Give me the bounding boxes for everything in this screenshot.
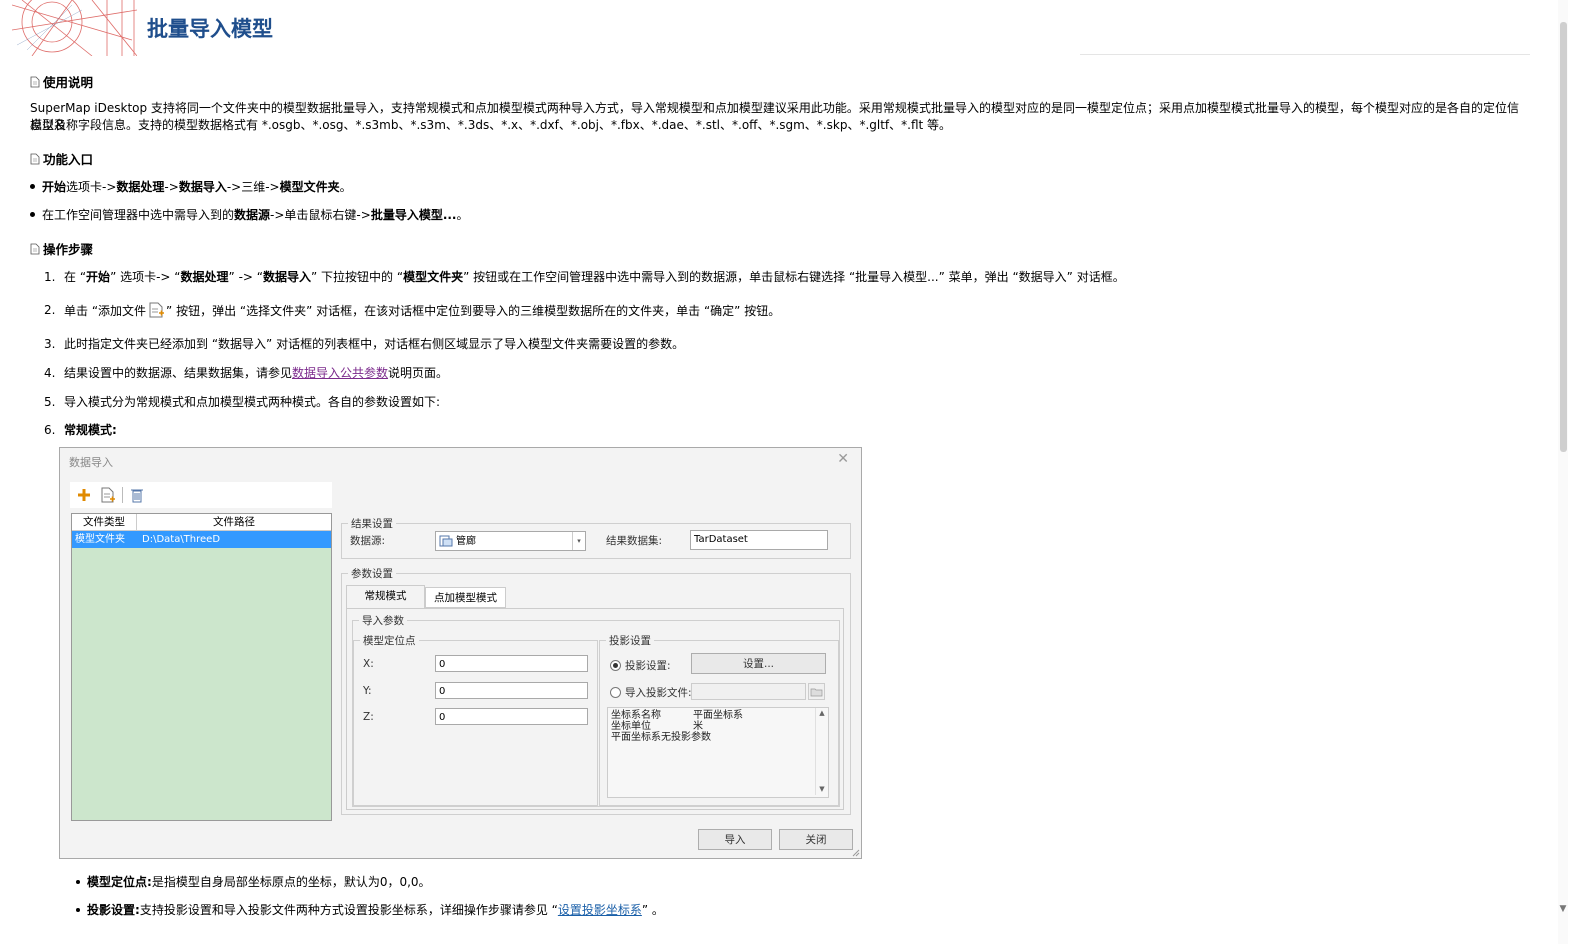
projection-settings-radio[interactable] [610,660,621,671]
datasource-select[interactable]: 管廊 ▾ [435,531,586,551]
z-input[interactable]: 0 [435,708,588,725]
add-file-icon [149,302,165,318]
note-anchor-point: 模型定位点: 是指模型自身局部坐标原点的坐标，默认为0，0,0。 [76,873,431,890]
anchor-legend: 模型定位点 [360,633,419,648]
tab-point-model-mode[interactable]: 点加模型模式 [425,587,506,608]
steps-heading-text: 操作步骤 [43,242,94,257]
x-label: X: [363,658,374,670]
result-settings-legend: 结果设置 [348,516,396,531]
data-import-dialog: 数据导入 ✕ 文件类型 文件路径 模型文件夹 D:\Data\ThreeD 结果… [59,447,862,859]
dialog-title: 数据导入 [69,456,113,469]
coord-name-value: 平面坐标系 [693,710,743,721]
tab-normal-mode[interactable]: 常规模式 [346,585,425,609]
datasource-label: 数据源: [350,535,386,547]
folder-icon[interactable] [808,683,825,700]
coord-unit-key: 坐标单位 [611,721,651,732]
column-header-path: 文件路径 [213,516,255,528]
common-params-link[interactable]: 数据导入公共参数 [292,364,388,381]
document-icon [30,76,40,87]
resize-grip-icon[interactable] [852,849,860,857]
cell-type: 模型文件夹 [75,534,125,545]
header-divider [1080,54,1530,55]
dialog-toolbar [70,482,332,508]
projection-settings-button[interactable]: 设置... [691,653,826,674]
step-6: 6. 常规模式: [44,422,117,438]
coord-unit-value: 米 [693,721,703,732]
z-label: Z: [363,711,374,723]
close-icon[interactable]: ✕ [837,451,849,467]
usage-heading-text: 使用说明 [43,75,94,90]
dataset-input[interactable]: TarDataset [690,530,828,550]
add-file-icon[interactable] [98,485,118,505]
coordinate-info-box: 坐标系名称 平面坐标系 坐标单位 米 平面坐标系无投影参数 ▲ ▼ [607,707,829,798]
projection-settings-label: 投影设置: [625,660,671,672]
step-5: 5. 导入模式分为常规模式和点加模型模式两种模式。各自的参数设置如下: [44,394,441,410]
close-button[interactable]: 关闭 [779,829,853,850]
step-4: 4. 结果设置中的数据源、结果数据集，请参见 数据导入公共参数 说明页面。 [44,364,449,381]
step-3: 3. 此时指定文件夹已经添加到 “数据导入” 对话框的列表框中，对话框右侧区域显… [44,336,685,352]
table-row[interactable]: 模型文件夹 D:\Data\ThreeD [72,531,331,548]
step-1: 1. 在 “开始” 选项卡-> “数据处理” -> “数据导入” 下拉按钮中的 … [44,269,1125,285]
usage-heading: 使用说明 [30,72,93,91]
page-header: 批量导入模型 [0,0,1540,56]
logo-icon [12,0,137,56]
entry-bullet-2: 在工作空间管理器中选中需导入到的 数据源 ->单击鼠标右键-> 批量导入模型...。 [30,206,469,223]
file-list[interactable]: 文件类型 文件路径 模型文件夹 D:\Data\ThreeD [71,513,332,821]
coord-proj-info: 平面坐标系无投影参数 [611,732,711,743]
usage-paragraph-2: 模型名称字段信息。支持的模型数据格式有 *.osgb、*.osg、*.s3mb、… [30,118,952,132]
scroll-down-arrow-icon[interactable]: ▼ [1558,904,1568,918]
steps-heading: 操作步骤 [30,239,93,258]
entry-heading: 功能入口 [30,149,93,168]
coord-name-key: 坐标系名称 [611,710,661,721]
scroll-down-icon[interactable]: ▼ [816,784,828,795]
file-list-header: 文件类型 文件路径 [72,514,331,531]
import-projection-file-label: 导入投影文件: [625,687,692,699]
datasource-icon [439,535,453,547]
import-button[interactable]: 导入 [698,829,772,850]
column-header-type: 文件类型 [72,514,137,530]
y-label: Y: [363,685,372,697]
scrollbar-thumb[interactable] [1560,22,1567,452]
chevron-down-icon[interactable]: ▾ [572,532,585,550]
note-projection: 投影设置: 支持投影设置和导入投影文件两种方式设置投影坐标系，详细操作步骤请参见… [76,901,664,918]
entry-heading-text: 功能入口 [43,152,94,167]
cell-path: D:\Data\ThreeD [142,534,221,545]
scroll-up-icon[interactable]: ▲ [816,708,828,719]
page-title: 批量导入模型 [147,17,273,41]
x-input[interactable]: 0 [435,655,588,672]
set-projection-link[interactable]: 设置投影坐标系 [558,901,642,918]
document-icon [30,243,40,254]
info-scrollbar[interactable]: ▲ ▼ [815,708,828,795]
document-icon [30,153,40,164]
plus-icon[interactable] [74,485,94,505]
dataset-label: 结果数据集: [606,535,663,547]
y-input[interactable]: 0 [435,682,588,699]
projection-file-input[interactable] [691,683,806,700]
import-params-legend: 导入参数 [359,613,407,628]
step-2: 2. 单击 “添加文件 ” 按钮，弹出 “选择文件夹” 对话框，在该对话框中定位… [44,302,781,318]
param-settings-legend: 参数设置 [348,566,396,581]
entry-bullet-1: 开始 选项卡-> 数据处理 -> 数据导入 ->三维-> 模型文件夹。 [30,178,352,195]
projection-legend: 投影设置 [606,633,654,648]
datasource-value: 管廊 [456,535,476,547]
trash-icon[interactable] [127,485,147,505]
import-projection-file-radio[interactable] [610,687,621,698]
